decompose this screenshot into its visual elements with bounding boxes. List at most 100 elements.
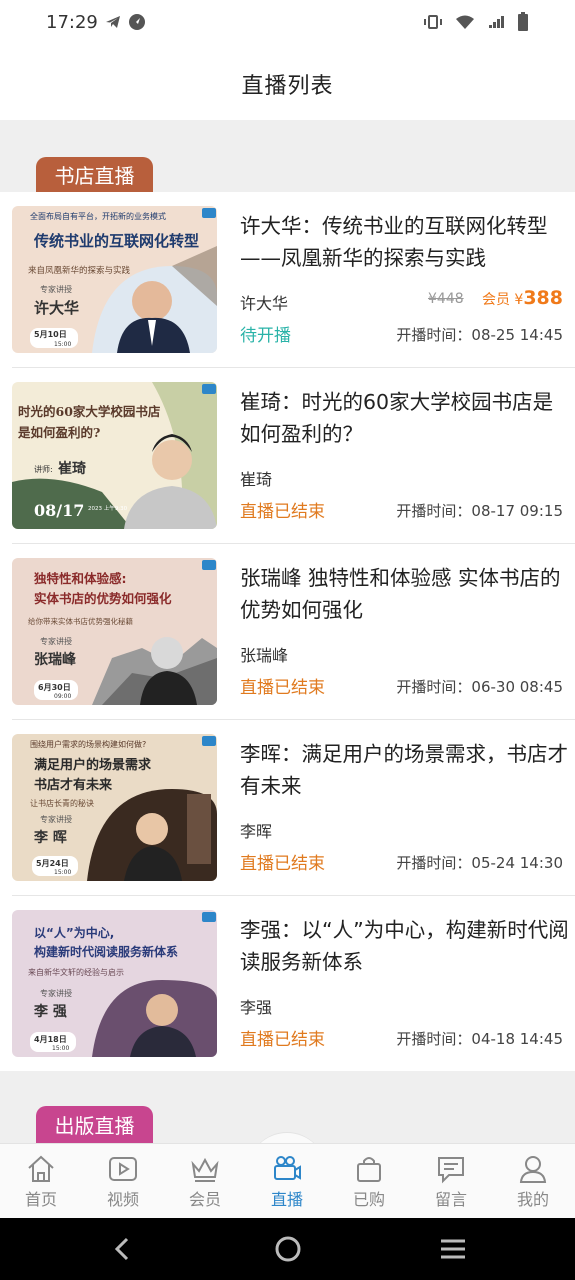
live-status: 直播已结束: [240, 1030, 325, 1050]
crown-icon: [191, 1157, 219, 1182]
tab-label: 直播: [270, 1190, 303, 1209]
thumb-subtitle: 给你带来实体书店优势强化秘籍: [28, 616, 133, 626]
home-nav-icon[interactable]: [274, 1234, 302, 1264]
thumb-headline-2: 构建新时代阅读服务新体系: [34, 944, 178, 959]
tab-live[interactable]: 直播: [246, 1144, 328, 1219]
member-price-value: 388: [523, 287, 563, 309]
page-header: 直播列表: [0, 48, 575, 120]
live-thumbnail: 时光的60家大学校园书店 是如何盈利的? 讲师: 崔琦 08/17 2023 上…: [12, 382, 217, 529]
tab-label: 已购: [352, 1190, 385, 1209]
tab-label: 首页: [24, 1190, 57, 1209]
thumb-name: 李 强: [33, 1003, 67, 1020]
status-bar: 17:29: [0, 0, 575, 48]
live-thumbnail: 围绕用户需求的场景构建如何做? 满足用户的场景需求 书店才有未来 让书店长青的秘…: [12, 734, 217, 881]
thumb-subtitle: 是如何盈利的?: [17, 425, 100, 440]
thumb-name: 李 晖: [33, 829, 67, 846]
live-time: 开播时间：06-30 08:45: [396, 678, 563, 696]
thumb-date: 4月18日: [34, 1035, 67, 1044]
thumb-headline-2: 实体书店的优势如何强化: [34, 591, 172, 606]
thumb-hour: 2023 上午9:30: [88, 504, 128, 512]
thumb-headline: 独特性和体验感:: [33, 571, 127, 586]
live-time: 开播时间：04-18 14:45: [396, 1030, 563, 1048]
thumb-subtitle: 来自新华文轩的经验与启示: [28, 967, 124, 977]
bag-icon: [357, 1157, 381, 1182]
page-title: 直播列表: [241, 74, 334, 99]
thumb-headline: 满足用户的场景需求: [34, 757, 152, 773]
signal-icon: [489, 16, 504, 28]
member-price: 会员 ¥388: [482, 287, 563, 309]
tab-label: 我的: [516, 1190, 549, 1209]
tab-home[interactable]: 首页: [0, 1144, 82, 1219]
back-icon[interactable]: [110, 1234, 134, 1264]
thumb-name: 崔琦: [58, 460, 86, 477]
battery-icon: [518, 12, 528, 31]
thumb-top-text: 围绕用户需求的场景构建如何做?: [30, 739, 146, 749]
live-title: 许大华：传统书业的互联网化转型——凤凰新华的探索与实践: [240, 214, 548, 270]
thumb-subtitle: 让书店长青的秘诀: [30, 798, 94, 808]
live-card[interactable]: 以“人”为中心, 构建新时代阅读服务新体系 来自新华文轩的经验与启示 专家讲授 …: [12, 896, 575, 1072]
user-icon: [519, 1156, 547, 1183]
tab-label: 视频: [106, 1190, 139, 1209]
live-title: 崔琦：时光的60家大学校园书店是如何盈利的？: [240, 390, 554, 446]
live-status: 直播已结束: [240, 502, 325, 522]
live-title: 李强：以“人”为中心，构建新时代阅读服务新体系: [240, 918, 569, 974]
live-list: 全面布局自有平台，开拓新的业务模式 传统书业的互联网化转型 来自凤凰新华的探索与…: [0, 192, 575, 1072]
vibrate-icon: [424, 15, 442, 29]
thumb-date: 5月10日: [34, 330, 67, 339]
section-tab-publishing[interactable]: 出版直播: [36, 1106, 153, 1143]
live-author: 李强: [240, 998, 273, 1017]
tab-label: 留言: [434, 1190, 467, 1209]
thumb-headline: 时光的60家大学校园书店: [18, 404, 161, 419]
tab-message[interactable]: 留言: [410, 1144, 492, 1219]
video-icon: [109, 1157, 137, 1181]
live-status: 直播已结束: [240, 854, 325, 874]
thumb-tag: 专家讲授: [40, 988, 72, 998]
thumb-date: 6月30日: [38, 683, 71, 692]
live-time: 开播时间：08-17 09:15: [396, 502, 563, 520]
thumb-date: 5月24日: [36, 859, 69, 868]
thumb-top-text: 全面布局自有平台，开拓新的业务模式: [30, 211, 166, 221]
live-time: 开播时间：05-24 14:30: [396, 854, 563, 872]
thumb-date: 08/17: [34, 501, 84, 520]
live-author: 李晖: [240, 822, 273, 841]
thumb-tag: 专家讲授: [40, 636, 72, 646]
tab-video[interactable]: 视频: [82, 1144, 164, 1219]
message-icon: [438, 1157, 464, 1184]
thumb-subtitle: 来自凤凰新华的探索与实践: [28, 265, 131, 276]
live-thumbnail: 独特性和体验感: 实体书店的优势如何强化 给你带来实体书店优势强化秘籍 专家讲授…: [12, 558, 217, 705]
bottom-tab-bar: 首页 视频 会员 直播 已购 留言 我的: [0, 1143, 575, 1218]
thumb-hour: 09:00: [54, 693, 71, 700]
thumb-headline: 传统书业的互联网化转型: [33, 232, 199, 250]
section-tab-bookstore[interactable]: 书店直播: [36, 157, 153, 192]
live-author: 许大华: [240, 294, 289, 313]
thumb-name: 许大华: [34, 299, 79, 317]
live-thumbnail: 全面布局自有平台，开拓新的业务模式 传统书业的互联网化转型 来自凤凰新华的探索与…: [12, 206, 217, 353]
live-status: 待开播: [240, 326, 291, 346]
live-card[interactable]: 独特性和体验感: 实体书店的优势如何强化 给你带来实体书店优势强化秘籍 专家讲授…: [12, 544, 575, 720]
member-price-label: 会员 ¥: [481, 292, 524, 308]
tab-purchased[interactable]: 已购: [328, 1144, 410, 1219]
live-camera-icon: [274, 1156, 301, 1180]
live-title: 李晖：满足用户的场景需求，书店才有未来: [240, 742, 568, 798]
thumb-hour: 15:00: [52, 1045, 69, 1052]
thumb-hour: 15:00: [54, 341, 71, 348]
live-author: 张瑞峰: [240, 646, 289, 665]
live-time: 开播时间：08-25 14:45: [396, 326, 563, 344]
live-status: 直播已结束: [240, 678, 325, 698]
recents-icon[interactable]: [439, 1234, 467, 1264]
tab-member[interactable]: 会员: [164, 1144, 246, 1219]
live-card[interactable]: 全面布局自有平台，开拓新的业务模式 传统书业的互联网化转型 来自凤凰新华的探索与…: [12, 192, 575, 368]
live-title: 张瑞峰 独特性和体验感 实体书店的优势如何强化: [240, 566, 561, 622]
status-icons: [423, 12, 529, 32]
wifi-icon: [456, 15, 474, 29]
thumb-hour: 15:00: [54, 869, 71, 876]
thumb-name: 张瑞峰: [34, 651, 77, 668]
tab-mine[interactable]: 我的: [492, 1144, 574, 1219]
live-card[interactable]: 围绕用户需求的场景构建如何做? 满足用户的场景需求 书店才有未来 让书店长青的秘…: [12, 720, 575, 896]
live-author: 崔琦: [240, 470, 273, 489]
live-card[interactable]: 时光的60家大学校园书店 是如何盈利的? 讲师: 崔琦 08/17 2023 上…: [12, 368, 575, 544]
thumb-headline: 以“人”为中心,: [34, 925, 114, 940]
original-price: ¥448: [428, 291, 464, 307]
compass-icon: [129, 14, 145, 30]
home-icon: [28, 1155, 54, 1182]
